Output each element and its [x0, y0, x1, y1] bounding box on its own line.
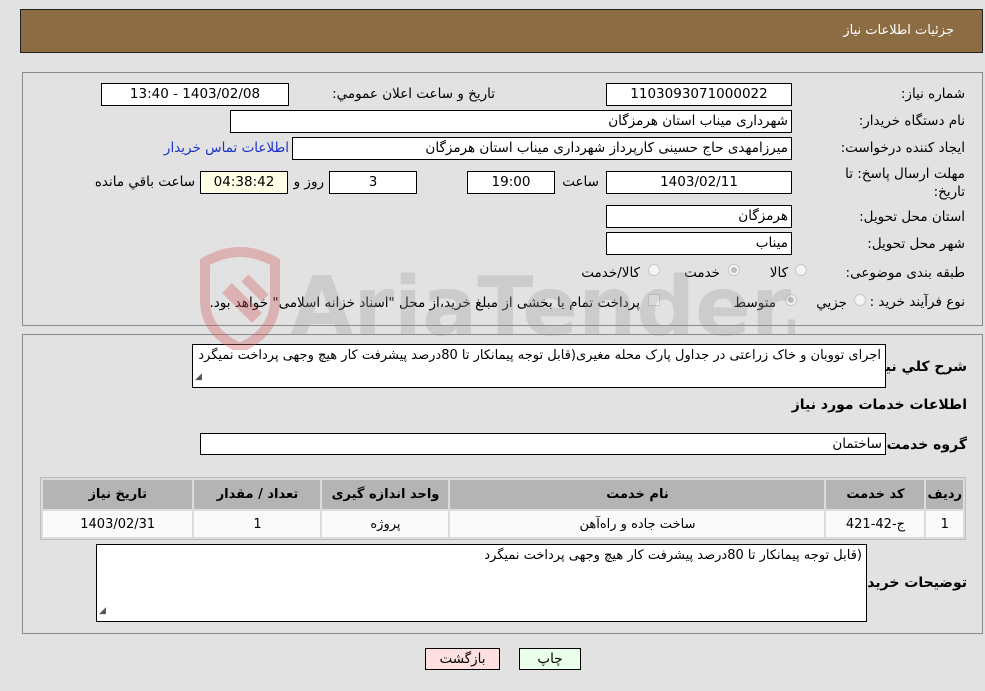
deadline-label-line1: مهلت ارسال پاسخ: تا	[845, 166, 965, 182]
deadline-date-field: 1403/02/11	[606, 171, 792, 194]
province-label: استان محل تحویل:	[859, 209, 965, 225]
description-text: اجرای تووبان و خاک زراعتی در جداول پارک …	[198, 348, 881, 363]
creator-label: ایجاد کننده درخواست:	[840, 140, 965, 156]
need-info-panel: شماره نیاز: 1103093071000022 تاریخ و ساع…	[22, 72, 983, 326]
cell-row-number: 1	[926, 511, 963, 537]
category-radio-service[interactable]	[728, 264, 740, 276]
days-field: 3	[329, 171, 417, 194]
need-details-panel: شرح کلي نیاز: اجرای تووبان و خاک زراعتی …	[22, 334, 983, 634]
buyer-contact-link[interactable]: اطلاعات تماس خریدار	[164, 140, 289, 156]
cell-quantity: 1	[194, 511, 321, 537]
city-field: میناب	[606, 232, 792, 255]
services-table: ردیف کد خدمت نام خدمت واحد اندازه گیری ت…	[40, 477, 966, 540]
col-row-number: ردیف	[926, 480, 963, 509]
category-radio-goods[interactable]	[795, 264, 807, 276]
category-option-goods: کالا	[769, 265, 788, 281]
col-quantity: تعداد / مقدار	[194, 480, 321, 509]
process-radio-minor[interactable]	[854, 294, 866, 306]
province-field: هرمزگان	[606, 205, 792, 228]
resize-grip-icon[interactable]: ◢	[99, 603, 106, 620]
city-label: شهر محل تحویل:	[867, 236, 965, 252]
cell-need-date: 1403/02/31	[43, 511, 193, 537]
description-textarea[interactable]: اجرای تووبان و خاک زراعتی در جداول پارک …	[192, 344, 886, 388]
treasury-checkbox-label: پرداخت تمام یا بخشی از مبلغ خرید،از محل …	[209, 295, 640, 311]
page-header: جزئیات اطلاعات نیاز	[20, 9, 983, 53]
buyer-notes-textarea[interactable]: (قابل توجه پیمانکار تا 80درصد پیشرفت کار…	[96, 544, 867, 622]
process-option-medium: متوسط	[733, 295, 776, 311]
deadline-time-label: ساعت	[562, 174, 599, 190]
remaining-label: ساعت باقي مانده	[94, 174, 195, 190]
print-button[interactable]: چاپ	[519, 648, 581, 670]
col-service-name: نام خدمت	[450, 480, 825, 509]
remaining-time-field: 04:38:42	[200, 171, 288, 194]
deadline-time-field: 19:00	[467, 171, 555, 194]
table-header-row: ردیف کد خدمت نام خدمت واحد اندازه گیری ت…	[43, 480, 963, 509]
announce-field: 1403/02/08 - 13:40	[101, 83, 289, 106]
service-group-label: گروه خدمت:	[881, 437, 967, 453]
category-option-goods-service: کالا/خدمت	[581, 265, 640, 281]
service-group-field: ساختمان	[200, 433, 886, 455]
announce-label: تاریخ و ساعت اعلان عمومي:	[332, 86, 495, 102]
col-need-date: تاریخ نیاز	[43, 480, 193, 509]
category-option-service: خدمت	[684, 265, 720, 281]
col-unit: واحد اندازه گیری	[322, 480, 449, 509]
cell-service-code: ج-42-421	[826, 511, 925, 537]
services-heading: اطلاعات خدمات مورد نیاز	[791, 397, 967, 413]
process-option-minor: جزيي	[816, 295, 847, 311]
cell-service-name: ساخت جاده و راه‌آهن	[450, 511, 825, 537]
need-number-label: شماره نیاز:	[900, 86, 965, 102]
buyer-org-field: شهرداری میناب استان هرمزگان	[230, 110, 792, 133]
cell-unit: پروژه	[322, 511, 449, 537]
deadline-label: مهلت ارسال پاسخ: تا تاریخ:	[845, 165, 965, 201]
need-number-field: 1103093071000022	[606, 83, 792, 106]
page-title: جزئیات اطلاعات نیاز	[843, 23, 954, 38]
resize-grip-icon[interactable]: ◢	[195, 369, 202, 386]
deadline-label-line2: تاریخ:	[933, 184, 965, 200]
treasury-checkbox[interactable]	[648, 294, 660, 306]
col-service-code: کد خدمت	[826, 480, 925, 509]
creator-field: میرزامهدی حاج حسینی کارپرداز شهرداری مین…	[292, 137, 792, 160]
category-label: طبقه بندی موضوعی:	[845, 265, 965, 281]
buyer-notes-text: (قابل توجه پیمانکار تا 80درصد پیشرفت کار…	[484, 548, 862, 563]
table-row: 1 ج-42-421 ساخت جاده و راه‌آهن پروژه 1 1…	[43, 511, 963, 537]
back-button[interactable]: بازگشت	[425, 648, 500, 670]
days-label: روز و	[293, 174, 324, 190]
process-radio-medium[interactable]	[785, 294, 797, 306]
category-radio-goods-service[interactable]	[648, 264, 660, 276]
buyer-org-label: نام دستگاه خریدار:	[858, 113, 965, 129]
process-label: نوع فرآیند خرید :	[869, 294, 965, 310]
